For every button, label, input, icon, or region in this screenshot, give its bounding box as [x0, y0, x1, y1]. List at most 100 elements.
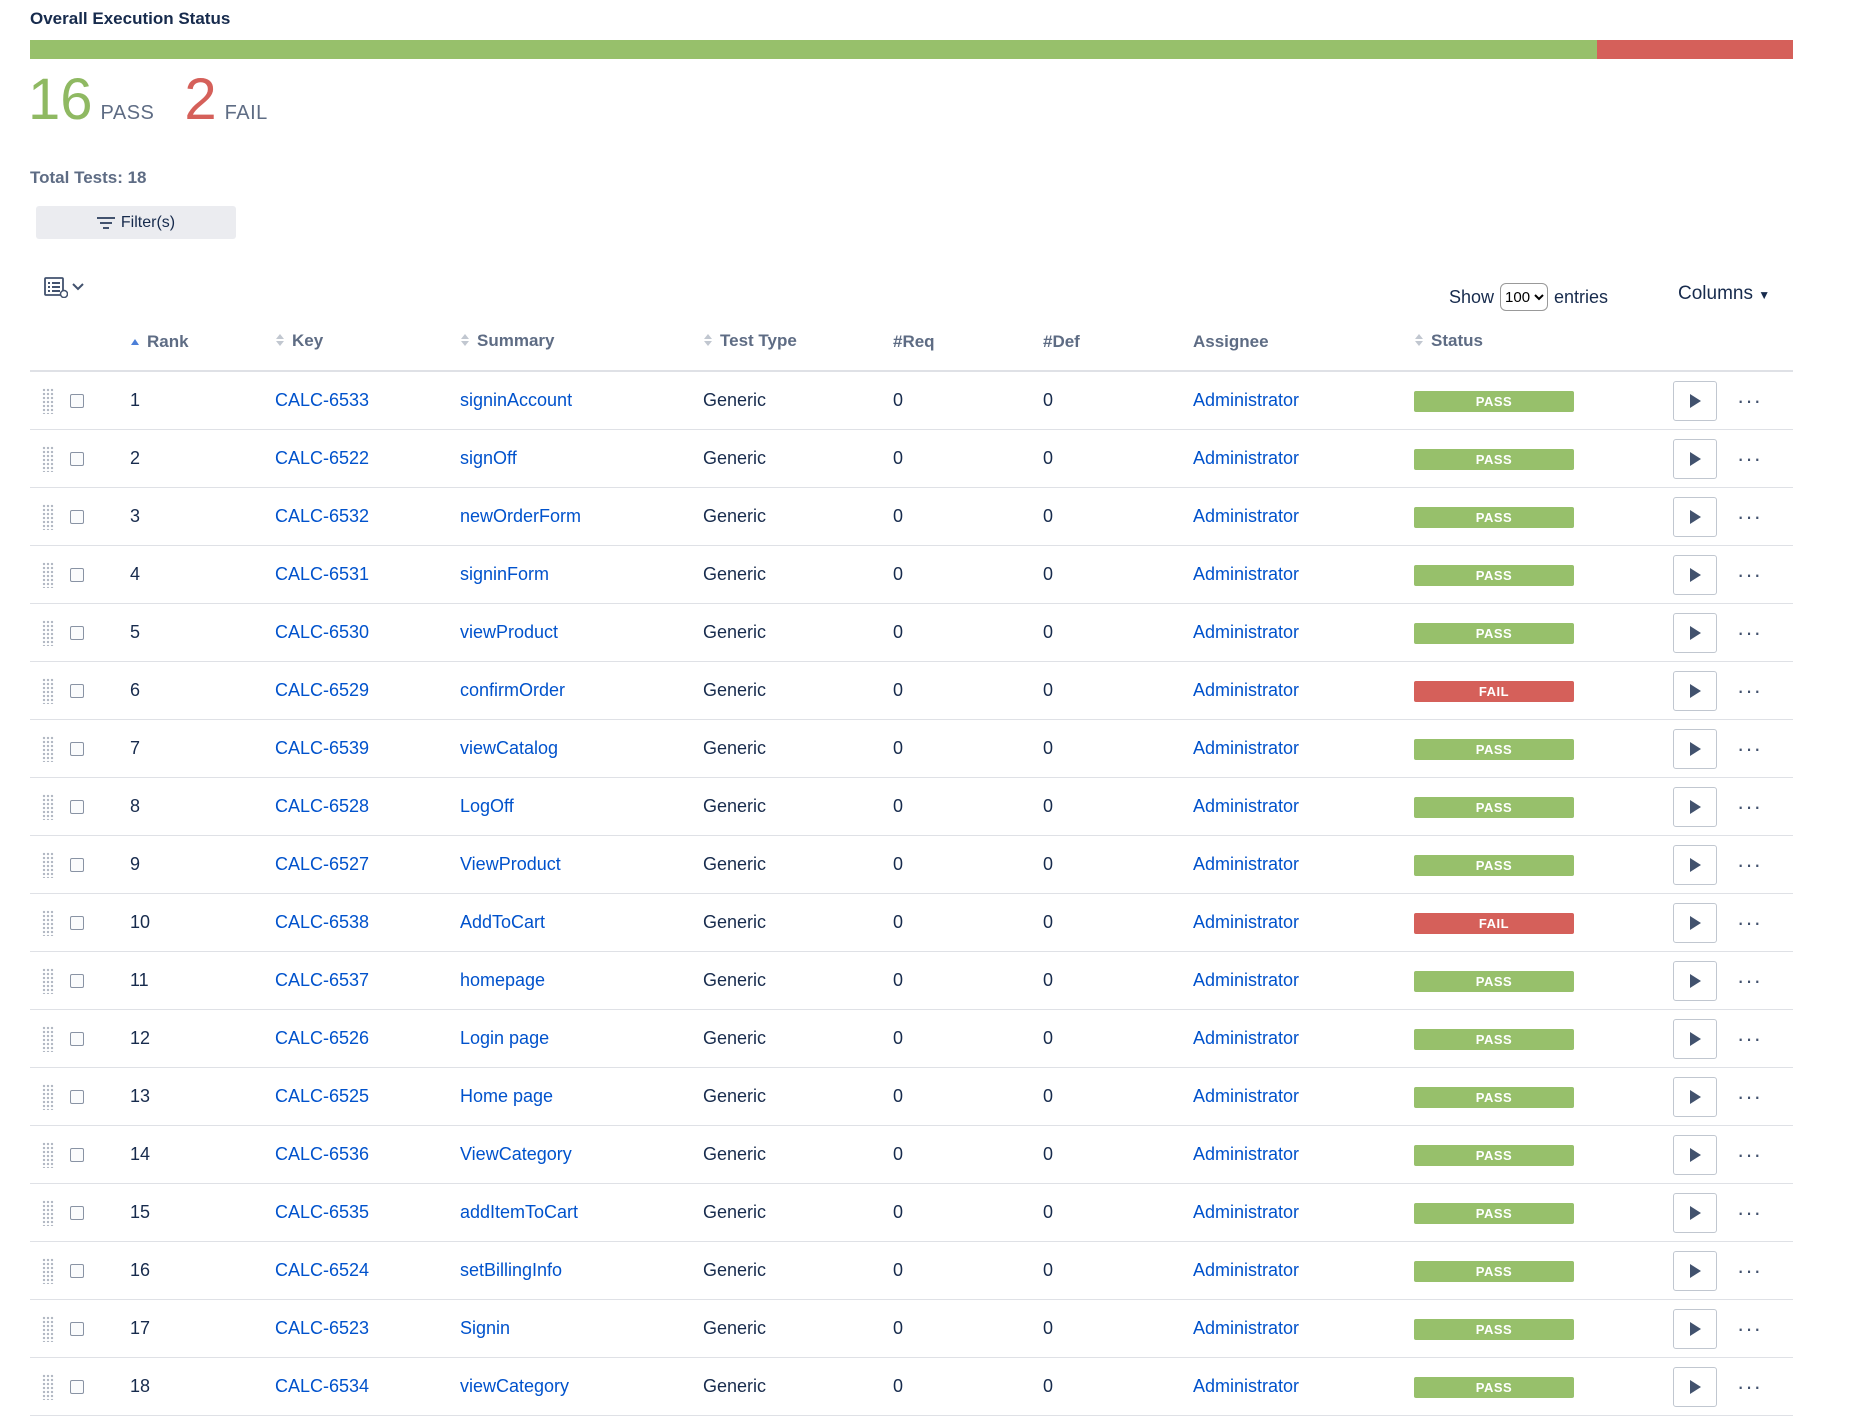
summary-link[interactable]: newOrderForm [460, 506, 581, 526]
drag-handle-icon[interactable] [42, 561, 54, 588]
summary-link[interactable]: signOff [460, 448, 517, 468]
summary-link[interactable]: ViewProduct [460, 854, 561, 874]
summary-link[interactable]: signinAccount [460, 390, 572, 410]
summary-link[interactable]: homepage [460, 970, 545, 990]
test-key-link[interactable]: CALC-6522 [275, 448, 369, 468]
test-key-link[interactable]: CALC-6532 [275, 506, 369, 526]
drag-handle-icon[interactable] [42, 1141, 54, 1168]
view-options-button[interactable] [44, 276, 85, 298]
drag-handle-icon[interactable] [42, 619, 54, 646]
columns-button[interactable]: Columns ▼ [1678, 283, 1770, 305]
summary-link[interactable]: LogOff [460, 796, 514, 816]
row-checkbox[interactable] [70, 452, 84, 467]
execute-button[interactable] [1673, 496, 1717, 537]
execute-button[interactable] [1673, 728, 1717, 769]
more-actions-button[interactable]: ··· [1737, 1142, 1762, 1168]
test-key-link[interactable]: CALC-6526 [275, 1028, 369, 1048]
row-checkbox[interactable] [70, 1380, 84, 1395]
assignee-link[interactable]: Administrator [1193, 1376, 1299, 1396]
drag-handle-icon[interactable] [42, 445, 54, 472]
drag-handle-icon[interactable] [42, 735, 54, 762]
test-key-link[interactable]: CALC-6528 [275, 796, 369, 816]
row-checkbox[interactable] [70, 916, 84, 931]
more-actions-button[interactable]: ··· [1737, 388, 1762, 414]
more-actions-button[interactable]: ··· [1737, 620, 1762, 646]
more-actions-button[interactable]: ··· [1737, 1200, 1762, 1226]
execute-button[interactable] [1673, 1134, 1717, 1175]
more-actions-button[interactable]: ··· [1737, 562, 1762, 588]
drag-handle-icon[interactable] [42, 1315, 54, 1342]
drag-handle-icon[interactable] [42, 967, 54, 994]
row-checkbox[interactable] [70, 858, 84, 873]
drag-handle-icon[interactable] [42, 1257, 54, 1284]
execute-button[interactable] [1673, 670, 1717, 711]
summary-link[interactable]: viewProduct [460, 622, 558, 642]
summary-link[interactable]: confirmOrder [460, 680, 565, 700]
row-checkbox[interactable] [70, 568, 84, 583]
test-key-link[interactable]: CALC-6538 [275, 912, 369, 932]
drag-handle-icon[interactable] [42, 1025, 54, 1052]
test-key-link[interactable]: CALC-6535 [275, 1202, 369, 1222]
assignee-link[interactable]: Administrator [1193, 680, 1299, 700]
entries-select[interactable]: 100 [1500, 283, 1549, 311]
assignee-link[interactable]: Administrator [1193, 506, 1299, 526]
drag-handle-icon[interactable] [42, 503, 54, 530]
execute-button[interactable] [1673, 1018, 1717, 1059]
assignee-link[interactable]: Administrator [1193, 1260, 1299, 1280]
header-key[interactable]: Key [275, 314, 460, 372]
assignee-link[interactable]: Administrator [1193, 448, 1299, 468]
execute-button[interactable] [1673, 844, 1717, 885]
execute-button[interactable] [1673, 1366, 1717, 1407]
more-actions-button[interactable]: ··· [1737, 968, 1762, 994]
test-key-link[interactable]: CALC-6529 [275, 680, 369, 700]
test-key-link[interactable]: CALC-6530 [275, 622, 369, 642]
test-key-link[interactable]: CALC-6539 [275, 738, 369, 758]
row-checkbox[interactable] [70, 974, 84, 989]
test-key-link[interactable]: CALC-6533 [275, 390, 369, 410]
header-test-type[interactable]: Test Type [703, 314, 893, 372]
drag-handle-icon[interactable] [42, 387, 54, 414]
row-checkbox[interactable] [70, 626, 84, 641]
drag-handle-icon[interactable] [42, 1083, 54, 1110]
row-checkbox[interactable] [70, 1322, 84, 1337]
assignee-link[interactable]: Administrator [1193, 1318, 1299, 1338]
more-actions-button[interactable]: ··· [1737, 852, 1762, 878]
header-summary[interactable]: Summary [460, 314, 703, 372]
row-checkbox[interactable] [70, 800, 84, 815]
more-actions-button[interactable]: ··· [1737, 910, 1762, 936]
test-key-link[interactable]: CALC-6537 [275, 970, 369, 990]
assignee-link[interactable]: Administrator [1193, 564, 1299, 584]
assignee-link[interactable]: Administrator [1193, 1086, 1299, 1106]
row-checkbox[interactable] [70, 684, 84, 699]
more-actions-button[interactable]: ··· [1737, 504, 1762, 530]
summary-link[interactable]: Signin [460, 1318, 510, 1338]
header-rank[interactable]: Rank [130, 314, 275, 372]
more-actions-button[interactable]: ··· [1737, 1374, 1762, 1400]
assignee-link[interactable]: Administrator [1193, 1202, 1299, 1222]
drag-handle-icon[interactable] [42, 909, 54, 936]
assignee-link[interactable]: Administrator [1193, 622, 1299, 642]
test-key-link[interactable]: CALC-6534 [275, 1376, 369, 1396]
drag-handle-icon[interactable] [42, 1373, 54, 1400]
more-actions-button[interactable]: ··· [1737, 446, 1762, 472]
row-checkbox[interactable] [70, 394, 84, 409]
execute-button[interactable] [1673, 438, 1717, 479]
assignee-link[interactable]: Administrator [1193, 738, 1299, 758]
drag-handle-icon[interactable] [42, 677, 54, 704]
summary-link[interactable]: AddToCart [460, 912, 545, 932]
test-key-link[interactable]: CALC-6523 [275, 1318, 369, 1338]
summary-link[interactable]: addItemToCart [460, 1202, 578, 1222]
more-actions-button[interactable]: ··· [1737, 678, 1762, 704]
row-checkbox[interactable] [70, 1032, 84, 1047]
drag-handle-icon[interactable] [42, 793, 54, 820]
summary-link[interactable]: signinForm [460, 564, 549, 584]
assignee-link[interactable]: Administrator [1193, 796, 1299, 816]
test-key-link[interactable]: CALC-6524 [275, 1260, 369, 1280]
row-checkbox[interactable] [70, 1090, 84, 1105]
summary-link[interactable]: ViewCategory [460, 1144, 572, 1164]
row-checkbox[interactable] [70, 1264, 84, 1279]
test-key-link[interactable]: CALC-6531 [275, 564, 369, 584]
more-actions-button[interactable]: ··· [1737, 1316, 1762, 1342]
more-actions-button[interactable]: ··· [1737, 1258, 1762, 1284]
row-checkbox[interactable] [70, 742, 84, 757]
